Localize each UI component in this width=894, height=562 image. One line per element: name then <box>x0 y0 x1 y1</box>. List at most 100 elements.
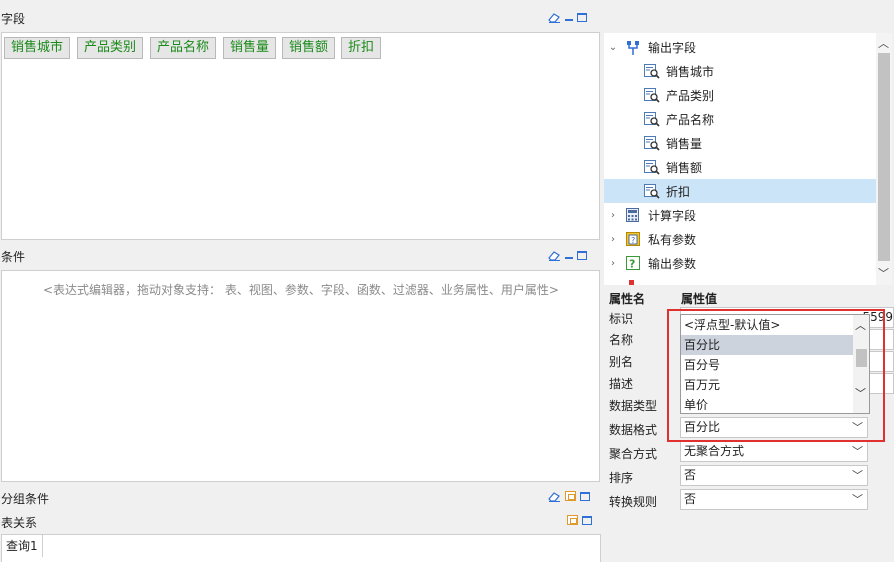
calculator-icon <box>626 208 640 222</box>
prop-header-name: 属性名 <box>609 292 646 306</box>
tree-item-output-fields[interactable]: ⌄ 输出字段 <box>604 35 876 59</box>
maximize-icon[interactable] <box>580 491 590 501</box>
tree-label: 销售额 <box>666 160 703 175</box>
scrollbar-thumb[interactable] <box>856 349 867 367</box>
chevron-down-icon[interactable]: ﹀ <box>852 466 863 485</box>
svg-text:?: ? <box>629 258 635 271</box>
field-tree[interactable]: ⌄ 输出字段 销售城市 产品类别 产品名称 销售量 销售额 折扣 › 计算字段 … <box>604 33 892 285</box>
tree-label: 销售量 <box>666 136 703 151</box>
chevron-right-icon[interactable]: › <box>608 234 618 245</box>
conditions-editor[interactable] <box>1 270 600 482</box>
aggregation-select[interactable]: 无聚合方式 ﹀ <box>680 441 868 462</box>
conditions-placeholder: <表达式编辑器，拖动对象支持： 表、视图、参数、字段、函数、过滤器、业务属性、用… <box>43 283 559 297</box>
tree-label: 计算字段 <box>648 208 697 223</box>
chevron-up-icon[interactable]: ︿ <box>878 35 889 51</box>
tree-item-output-params[interactable]: › ? 输出参数 <box>604 251 876 275</box>
chevron-right-icon[interactable]: › <box>608 258 618 269</box>
prop-label-sort: 排序 <box>609 471 634 485</box>
relation-panel <box>1 534 601 562</box>
tree-label: 销售城市 <box>666 64 715 79</box>
conversion-select[interactable]: 否 ﹀ <box>680 489 868 510</box>
field-chip-sales-qty[interactable]: 销售量 <box>223 37 277 59</box>
restore-icon[interactable] <box>567 515 578 525</box>
tree-item-field[interactable]: 产品名称 <box>604 107 876 131</box>
restore-icon[interactable] <box>565 491 576 501</box>
tree-item-more[interactable]: › ... <box>604 275 876 285</box>
tree-label: 输出参数 <box>648 256 697 271</box>
prop-label-format: 数据格式 <box>609 423 658 437</box>
prop-header-value: 属性值 <box>681 292 718 306</box>
field-chip-sales-amount[interactable]: 销售额 <box>282 37 336 59</box>
tab-query1[interactable]: 查询1 <box>2 535 43 557</box>
group-toolbar <box>548 491 590 502</box>
aggregation-select-value: 无聚合方式 <box>684 444 745 458</box>
maximize-icon[interactable] <box>577 12 587 22</box>
maximize-icon[interactable] <box>577 250 587 260</box>
eraser-icon[interactable] <box>548 491 561 502</box>
fields-panel[interactable] <box>1 32 600 240</box>
fields-toolbar <box>548 12 587 23</box>
dropdown-option[interactable]: 单价 <box>681 395 853 415</box>
field-chip-product-name[interactable]: 产品名称 <box>150 37 217 59</box>
format-dropdown-list[interactable]: <浮点型-默认值> 百分比 百分号 百万元 单价 ︿ ﹀ <box>680 314 870 414</box>
tree-item-field-selected[interactable]: 折扣 <box>604 179 876 203</box>
output-param-icon: ? <box>626 256 640 271</box>
chevron-down-icon[interactable]: ﹀ <box>852 442 863 461</box>
dropdown-option-highlighted[interactable]: 百分比 <box>681 335 853 355</box>
field-search-icon <box>644 88 660 103</box>
tree-scrollbar[interactable]: ︿ ﹀ <box>876 33 892 285</box>
field-search-icon <box>644 64 660 79</box>
tree-item-private-params[interactable]: › ? 私有参数 <box>604 227 876 251</box>
dropdown-option[interactable]: 百万元 <box>681 375 853 395</box>
chevron-down-icon[interactable]: ﹀ <box>852 490 863 509</box>
private-param-icon: ? <box>626 232 640 246</box>
minimize-icon[interactable] <box>565 257 573 259</box>
chevron-up-icon[interactable]: ︿ <box>855 317 866 333</box>
chevron-down-icon[interactable]: ⌄ <box>608 42 618 53</box>
conversion-select-value: 否 <box>684 492 697 506</box>
eraser-icon[interactable] <box>548 12 561 23</box>
prop-label-name: 名称 <box>609 333 634 347</box>
conditions-section-title: 条件 <box>1 250 26 264</box>
chevron-down-icon[interactable]: ﹀ <box>878 265 889 281</box>
format-select[interactable]: 百分比 ﹀ <box>680 417 868 438</box>
dropdown-option[interactable]: 百分号 <box>681 355 853 375</box>
maximize-icon[interactable] <box>582 515 592 525</box>
conditions-toolbar <box>548 250 587 261</box>
tree-label: ... <box>648 280 659 285</box>
dropdown-option[interactable]: <浮点型-默认值> <box>681 315 853 335</box>
field-chip-category[interactable]: 产品类别 <box>77 37 144 59</box>
tree-item-calculated-fields[interactable]: › 计算字段 <box>604 203 876 227</box>
tree-item-field[interactable]: 销售城市 <box>604 59 876 83</box>
field-search-icon <box>644 184 660 199</box>
tree-label: 折扣 <box>666 184 691 199</box>
tree-item-field[interactable]: 产品类别 <box>604 83 876 107</box>
tree-item-field[interactable]: 销售额 <box>604 155 876 179</box>
chevron-right-icon[interactable]: › <box>608 282 618 286</box>
dropdown-scrollbar[interactable]: ︿ ﹀ <box>853 315 869 413</box>
group-section-title: 分组条件 <box>1 492 50 506</box>
output-fields-icon <box>626 40 640 55</box>
format-select-value: 百分比 <box>684 420 721 434</box>
field-search-icon <box>644 112 660 127</box>
prop-label-datatype: 数据类型 <box>609 399 658 413</box>
eraser-icon[interactable] <box>548 250 561 261</box>
prop-label-desc: 描述 <box>609 377 634 391</box>
sort-select[interactable]: 否 ﹀ <box>680 465 868 486</box>
field-search-icon <box>644 136 660 151</box>
minimize-icon[interactable] <box>565 19 573 21</box>
field-chip-discount[interactable]: 折扣 <box>341 37 382 59</box>
field-search-icon <box>644 160 660 175</box>
sort-select-value: 否 <box>684 468 697 482</box>
tree-item-field[interactable]: 销售量 <box>604 131 876 155</box>
scrollbar-thumb[interactable] <box>878 53 890 261</box>
fields-section-title: 字段 <box>1 12 26 26</box>
tree-label: 产品类别 <box>666 88 715 103</box>
chevron-down-icon[interactable]: ﹀ <box>852 418 863 437</box>
chevron-right-icon[interactable]: › <box>608 210 618 221</box>
field-chip-city[interactable]: 销售城市 <box>4 37 71 59</box>
chevron-down-icon[interactable]: ﹀ <box>855 385 866 401</box>
relation-toolbar <box>567 515 592 525</box>
prop-label-conversion: 转换规则 <box>609 495 658 509</box>
prop-label-id: 标识 <box>609 312 634 326</box>
